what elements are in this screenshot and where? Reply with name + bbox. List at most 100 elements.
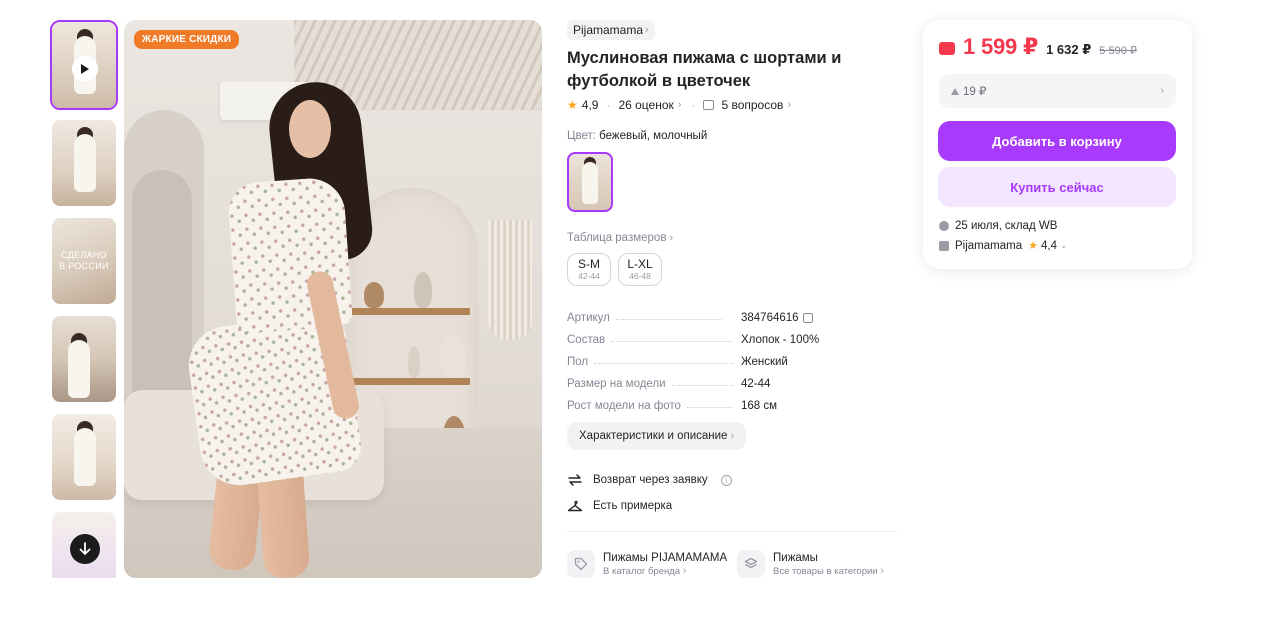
brand-catalog-link[interactable]: Пижамы PIJAMAMAMA В каталог бренда ›	[567, 550, 727, 578]
hanger-icon	[567, 500, 583, 512]
feature-return: Возврат через заявку i	[567, 467, 897, 493]
stack-icon	[737, 550, 765, 578]
chevron-right-icon: ›	[730, 430, 735, 442]
size-ru: 46-48	[629, 270, 651, 281]
chevron-right-icon: ›	[669, 232, 674, 244]
color-swatch-selected[interactable]	[567, 152, 613, 212]
spec-row-model-height: Рост модели на фото 168 см	[567, 390, 897, 412]
product-info: Pijamamama › Муслиновая пижама с шортами…	[567, 20, 897, 578]
thumbnail-4[interactable]	[50, 314, 118, 404]
questions-link[interactable]: 5 вопросов	[721, 98, 783, 112]
thumbnail-2[interactable]	[50, 118, 118, 208]
link-subtitle: Все товары в категории ›	[773, 565, 897, 578]
color-label: Цвет:	[567, 130, 596, 142]
play-icon[interactable]	[72, 56, 98, 82]
link-title: Пижамы PIJAMAMAMA	[603, 551, 727, 564]
spec-key: Размер на модели	[567, 378, 666, 390]
buy-now-button[interactable]: Купить сейчас	[938, 167, 1176, 207]
price-old: 5 590 ₽	[1099, 45, 1137, 57]
shop-icon	[939, 240, 949, 251]
spec-row-composition: Состав Хлопок - 100%	[567, 324, 897, 346]
copy-icon[interactable]	[802, 313, 813, 323]
chevron-right-icon: ›	[682, 564, 687, 577]
divider	[567, 531, 897, 532]
category-catalog-link[interactable]: Пижамы Все товары в категории ›	[737, 550, 897, 578]
rating-row: ★ 4,9 · 26 оценок › · 5 вопросов ›	[567, 98, 897, 112]
reviews-link[interactable]: 26 оценок	[618, 98, 673, 112]
spec-key: Артикул	[567, 312, 610, 324]
product-title: Муслиновая пижама с шортами и футболкой …	[567, 49, 842, 90]
article-number: 384764616	[741, 312, 799, 324]
photo-vase	[408, 346, 420, 378]
link-text: Пижамы Все товары в категории ›	[773, 551, 897, 578]
delivery-date: 25 июля,	[955, 220, 1002, 232]
swatch-figure	[582, 162, 598, 204]
price-regular: 1 632 ₽	[1046, 42, 1092, 57]
thumbnail-caption: СДЕЛАНО В РОССИИ	[59, 250, 109, 271]
photo-macrame	[488, 220, 532, 340]
spec-dots	[611, 341, 734, 342]
link-subtitle-text: Все товары в категории	[773, 565, 878, 577]
thumbnail-3[interactable]: СДЕЛАНО В РОССИИ	[50, 216, 118, 306]
questions-icon	[703, 100, 715, 110]
chevron-right-icon: ›	[880, 564, 884, 577]
size-table-label: Таблица размеров	[567, 232, 667, 244]
thumbnail-5[interactable]	[50, 412, 118, 502]
thumbnail-6[interactable]	[50, 510, 118, 578]
return-arrows-icon	[568, 474, 582, 486]
separator-dot: ·	[606, 98, 611, 112]
spec-row-article: Артикул 384764616	[567, 302, 897, 324]
spec-value: 168 см	[741, 400, 778, 412]
photo-shelf	[346, 308, 470, 315]
spec-key: Состав	[567, 334, 606, 346]
chevron-right-icon: ›	[1160, 85, 1164, 97]
spec-value: 42-44	[741, 378, 771, 390]
chevron-right-icon: ›	[787, 99, 792, 111]
link-subtitle-text: В каталог бренда	[603, 565, 681, 577]
seller-info[interactable]: Pijamamama ★ 4,4 ⌄	[939, 239, 1068, 252]
spec-value: 384764616	[741, 312, 813, 324]
features-list: Возврат через заявку i Есть примерка	[567, 467, 897, 519]
spec-dots	[671, 385, 734, 386]
catalog-links: Пижамы PIJAMAMAMA В каталог бренда › Пиж…	[567, 550, 897, 578]
thumbnail-figure	[68, 340, 90, 398]
hot-sale-badge: ЖАРКИЕ СКИДКИ	[134, 30, 240, 49]
link-subtitle: В каталог бренда ›	[603, 565, 727, 578]
delivery-place: склад WB	[1004, 220, 1058, 232]
main-product-image[interactable]: ЖАРКИЕ СКИДКИ	[124, 20, 542, 578]
size-option-s-m[interactable]: S-M 42-44	[567, 253, 611, 286]
star-icon: ★	[567, 98, 578, 112]
bonus-up-icon	[951, 87, 959, 95]
spec-key: Рост модели на фото	[567, 400, 681, 412]
thumbnail-video[interactable]	[50, 20, 118, 110]
photo-shelf	[346, 378, 470, 385]
characteristics-button[interactable]: Характеристики и описание ›	[567, 422, 747, 450]
specs-list: Артикул 384764616 Состав Хлопок - 100% П…	[567, 302, 897, 412]
photo-vase	[414, 272, 432, 308]
spec-value: Женский	[741, 356, 788, 368]
arrow-down-icon[interactable]	[70, 534, 100, 564]
spec-dots	[615, 319, 722, 320]
chevron-down-icon: ⌄	[1059, 240, 1068, 250]
price-row: 1 599 ₽ 1 632 ₽ 5 590 ₽	[939, 34, 1137, 60]
spec-dots	[686, 407, 733, 408]
size-option-l-xl[interactable]: L-XL 46-48	[618, 253, 662, 286]
seller-rating: 4,4	[1040, 239, 1057, 252]
add-to-cart-button[interactable]: Добавить в корзину	[938, 121, 1176, 161]
photo-model-face	[289, 100, 331, 158]
color-value: бежевый, молочный	[599, 130, 708, 142]
thumbnail-figure	[74, 134, 96, 192]
link-text: Пижамы PIJAMAMAMA В каталог бренда ›	[603, 551, 727, 578]
size-ru: 42-44	[578, 270, 600, 281]
spec-key: Пол	[567, 356, 589, 368]
size-table-link[interactable]: Таблица размеров ›	[567, 232, 897, 244]
photo-vase	[440, 336, 466, 378]
characteristics-label: Характеристики и описание	[579, 430, 728, 442]
brand-link[interactable]: Pijamamama ›	[567, 20, 655, 40]
bonus-row[interactable]: 19 ₽ ›	[939, 74, 1176, 108]
thumbnail-figure	[74, 428, 96, 486]
info-icon[interactable]: i	[720, 474, 732, 486]
link-title: Пижамы	[773, 551, 818, 564]
buy-card: 1 599 ₽ 1 632 ₽ 5 590 ₽ 19 ₽ › Добавить …	[923, 20, 1192, 269]
brand-name: Pijamamama	[573, 23, 644, 37]
